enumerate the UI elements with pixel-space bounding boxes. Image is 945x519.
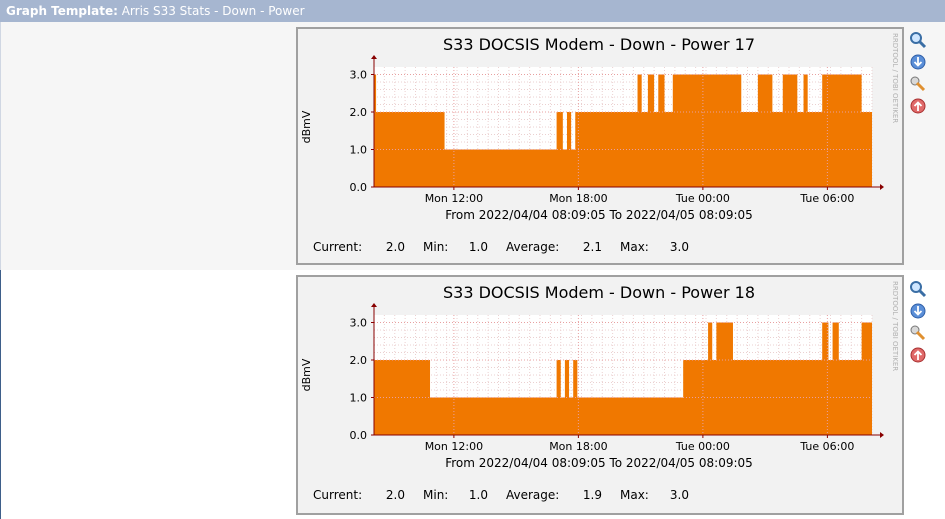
graph-template-header: Graph Template: Arris S33 Stats - Down -… (0, 0, 945, 22)
chart-svg-power-17[interactable]: Mon 12:00 Mon 18:00 Tue 00:00 Tue 06:00 0.0 1… (296, 27, 904, 265)
y-tick-label: 0.0 (350, 429, 368, 442)
stat-max-label: Max: (620, 488, 649, 502)
y-tick-label: 1.0 (350, 392, 368, 405)
y-axis-label: dBmV (300, 358, 313, 391)
x-tick-label: Mon 18:00 (549, 440, 607, 453)
y-tick-label: 2.0 (350, 354, 368, 367)
graph-power-17[interactable]: Mon 12:00 Mon 18:00 Tue 00:00 Tue 06:00 0.0 1… (296, 27, 904, 265)
x-tick-label: Tue 06:00 (799, 192, 854, 205)
x-tick-label: Mon 18:00 (549, 192, 607, 205)
zoom-icon[interactable] (909, 280, 927, 298)
chart-title: S33 DOCSIS Modem - Down - Power 18 (443, 283, 755, 302)
move-up-icon[interactable] (909, 97, 927, 115)
download-icon[interactable] (909, 53, 927, 71)
y-tick-label: 3.0 (350, 317, 368, 330)
y-tick-label: 0.0 (350, 181, 368, 194)
download-icon[interactable] (909, 302, 927, 320)
chart-svg-power-18[interactable]: Mon 12:00 Mon 18:00 Tue 00:00 Tue 06:00 0.0 1… (296, 275, 904, 515)
stat-average-label: Average: (506, 488, 559, 502)
stat-average-value: 2.1 (583, 240, 602, 254)
x-tick-label: Mon 12:00 (425, 440, 483, 453)
stat-max-value: 3.0 (670, 240, 689, 254)
stat-current-label: Current: (313, 240, 362, 254)
header-value: Arris S33 Stats - Down - Power (121, 4, 305, 18)
stat-average-value: 1.9 (583, 488, 602, 502)
time-range-text: From 2022/04/04 08:09:05 To 2022/04/05 0… (445, 208, 753, 222)
rrdtool-watermark: RRDTOOL / TOBI OETIKER (891, 33, 899, 123)
y-tick-label: 1.0 (350, 144, 368, 157)
stat-average-label: Average: (506, 240, 559, 254)
move-up-icon[interactable] (909, 346, 927, 364)
y-tick-label: 2.0 (350, 106, 368, 119)
x-tick-label: Tue 00:00 (675, 440, 730, 453)
properties-icon[interactable] (909, 75, 927, 93)
graph-actions-2 (909, 280, 933, 368)
stat-current-label: Current: (313, 488, 362, 502)
x-tick-label: Mon 12:00 (425, 192, 483, 205)
x-tick-label: Tue 06:00 (799, 440, 854, 453)
stat-min-value: 1.0 (469, 488, 488, 502)
graph-power-18[interactable]: Mon 12:00 Mon 18:00 Tue 00:00 Tue 06:00 0.0 1… (296, 275, 904, 515)
time-range-text: From 2022/04/04 08:09:05 To 2022/04/05 0… (445, 456, 753, 470)
stat-current-value: 2.0 (386, 488, 405, 502)
y-tick-label: 3.0 (350, 69, 368, 82)
properties-icon[interactable] (909, 324, 927, 342)
stat-max-label: Max: (620, 240, 649, 254)
rrdtool-watermark: RRDTOOL / TOBI OETIKER (891, 281, 899, 371)
stat-min-value: 1.0 (469, 240, 488, 254)
zoom-icon[interactable] (909, 31, 927, 49)
header-label: Graph Template: (6, 4, 118, 18)
stat-min-label: Min: (423, 488, 448, 502)
stat-max-value: 3.0 (670, 488, 689, 502)
stat-current-value: 2.0 (386, 240, 405, 254)
chart-title: S33 DOCSIS Modem - Down - Power 17 (443, 35, 755, 54)
y-axis-label: dBmV (300, 110, 313, 143)
graph-actions-1 (909, 31, 933, 119)
x-tick-label: Tue 00:00 (675, 192, 730, 205)
stat-min-label: Min: (423, 240, 448, 254)
